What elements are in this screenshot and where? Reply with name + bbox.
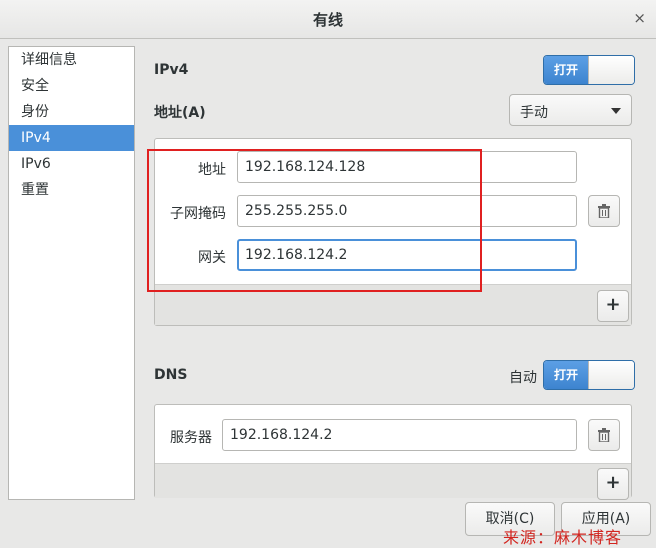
add-address-button[interactable]: + xyxy=(597,290,629,322)
sidebar-item-ipv6[interactable]: IPv6 xyxy=(9,151,134,177)
close-icon[interactable]: × xyxy=(633,9,646,27)
title-bar: 有线 × xyxy=(0,0,656,39)
dns-panel-footer xyxy=(155,463,631,498)
delete-dns-button[interactable] xyxy=(588,419,620,451)
sidebar-item-security[interactable]: 安全 xyxy=(9,73,134,99)
dns-toggle[interactable]: 打开 xyxy=(543,360,635,390)
trash-icon xyxy=(598,428,610,442)
dns-server-label: 服务器 xyxy=(170,430,212,446)
plus-icon: + xyxy=(605,472,621,493)
plus-icon: + xyxy=(605,294,621,315)
dns-auto-label: 自动 xyxy=(509,370,537,386)
ipv4-section-title: IPv4 xyxy=(154,62,189,78)
delete-address-button[interactable] xyxy=(588,195,620,227)
sidebar-item-identity[interactable]: 身份 xyxy=(9,99,134,125)
dns-server-input[interactable]: 192.168.124.2 xyxy=(222,419,577,451)
ipv4-toggle-label: 打开 xyxy=(544,56,588,84)
sidebar-item-reset[interactable]: 重置 xyxy=(9,177,134,203)
method-value: 手动 xyxy=(520,105,548,121)
chevron-down-icon xyxy=(611,108,621,114)
address-method-label: 地址(A) xyxy=(154,105,206,121)
sidebar-item-details[interactable]: 详细信息 xyxy=(9,47,134,73)
ipv4-toggle[interactable]: 打开 xyxy=(543,55,635,85)
toggle-knob xyxy=(588,56,634,84)
sidebar-item-ipv4[interactable]: IPv4 xyxy=(9,125,134,151)
watermark: 来源：麻木博客 xyxy=(503,528,623,547)
dns-section-title: DNS xyxy=(154,367,188,383)
annotation-highlight-box xyxy=(147,149,482,292)
toggle-knob xyxy=(588,361,634,389)
dns-toggle-label: 打开 xyxy=(544,361,588,389)
window-title: 有线 xyxy=(312,11,343,29)
trash-icon xyxy=(598,204,610,218)
add-dns-button[interactable]: + xyxy=(597,468,629,500)
sidebar: 详细信息 安全 身份 IPv4 IPv6 重置 xyxy=(8,46,135,500)
method-dropdown[interactable]: 手动 xyxy=(509,94,632,126)
